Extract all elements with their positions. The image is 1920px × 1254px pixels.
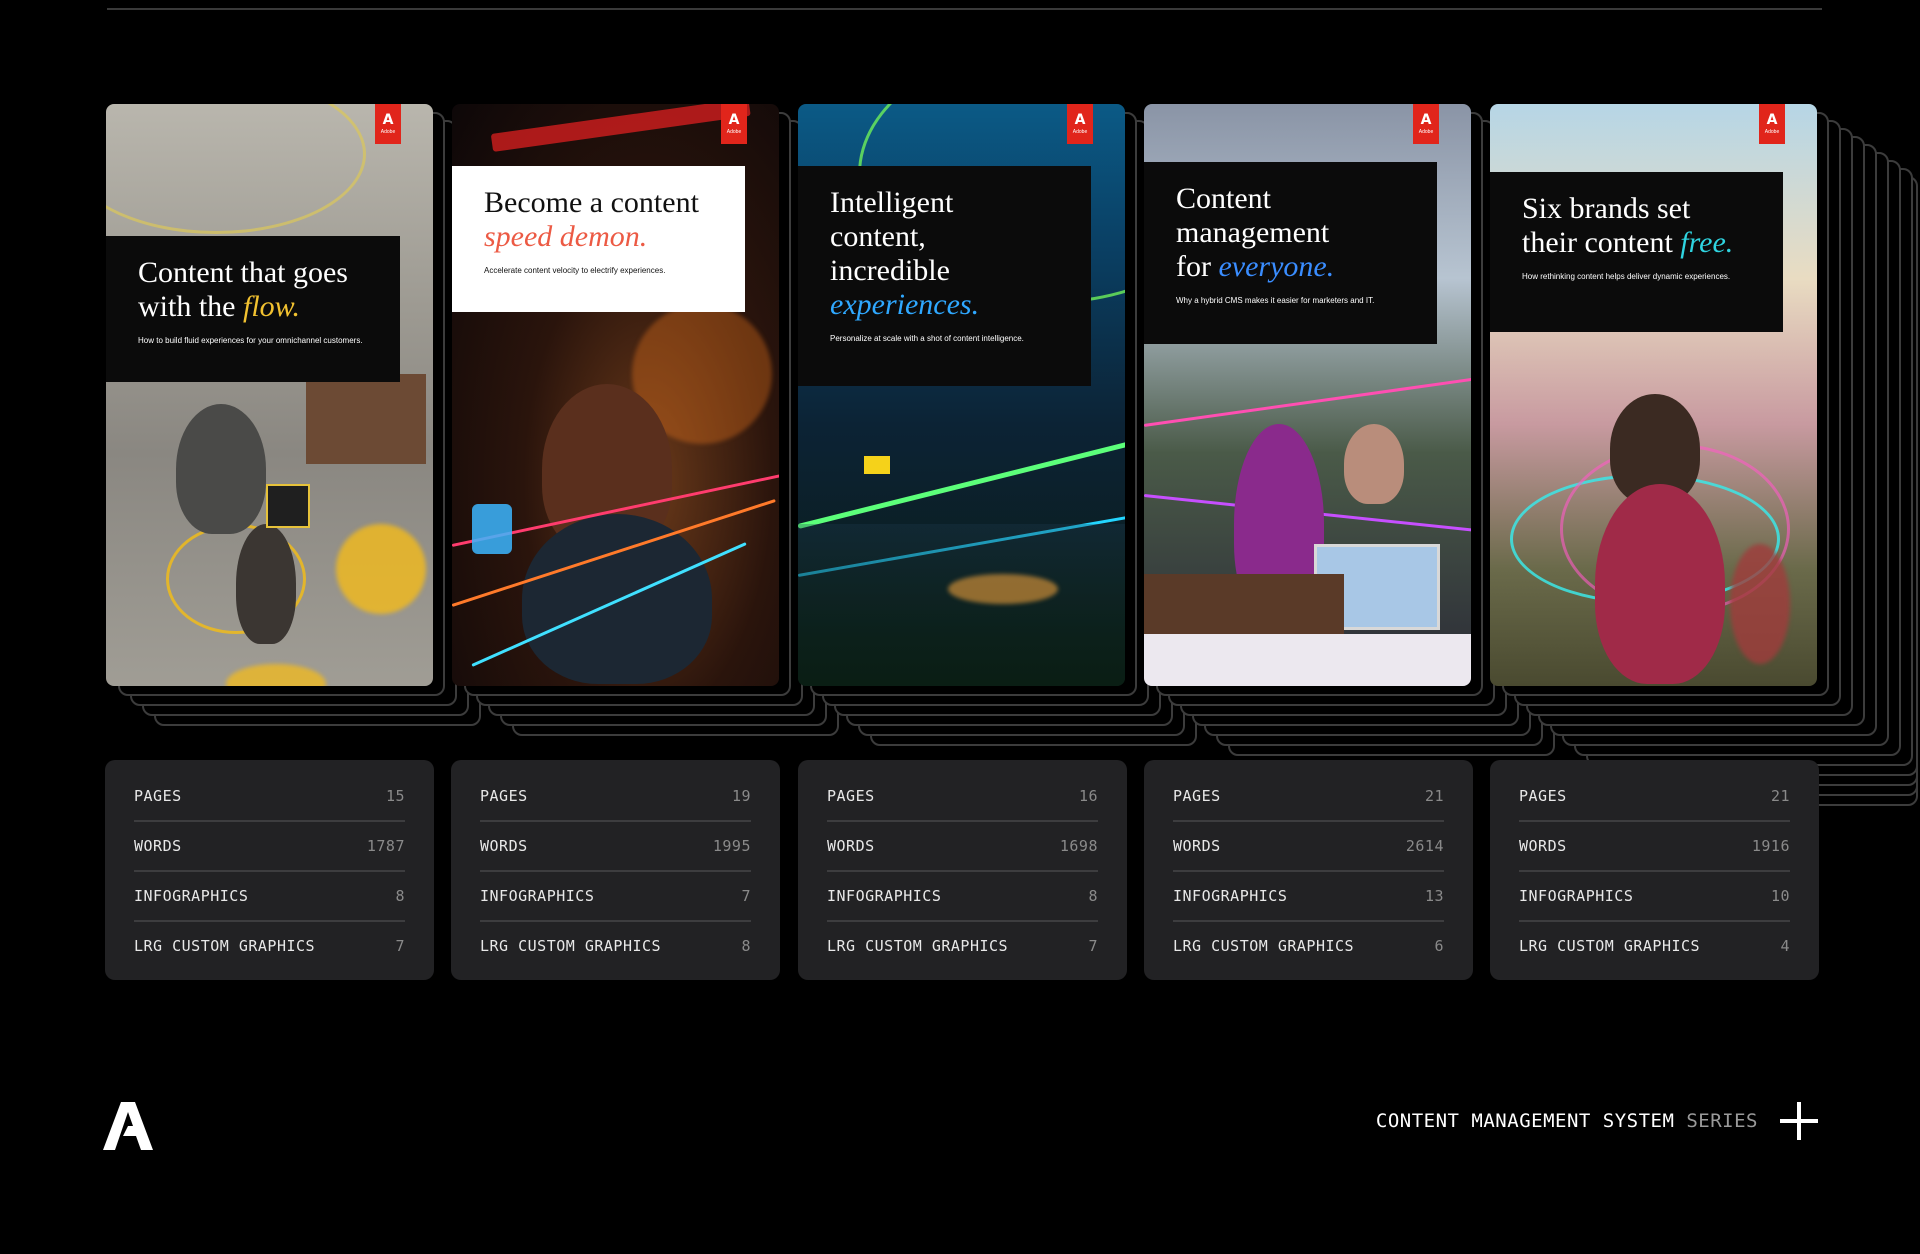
stat-row-infographics: INFOGRAPHICS 8 xyxy=(134,872,405,922)
cover-title: Become a content xyxy=(484,186,699,219)
stats-panel-4: PAGES 21 WORDS 2614 INFOGRAPHICS 13 LRG CUS… xyxy=(1144,760,1473,980)
stat-row-infographics: INFOGRAPHICS 8 xyxy=(827,872,1098,922)
stat-row-words: WORDS 1698 xyxy=(827,822,1098,872)
cover-subtitle: Why a hybrid CMS makes it easier for mar… xyxy=(1176,296,1375,305)
adobe-tab-icon: A Adobe xyxy=(1759,104,1785,144)
stat-row-words: WORDS 2614 xyxy=(1173,822,1444,872)
stat-row-pages: PAGES 15 xyxy=(134,772,405,822)
cover-card-5[interactable]: Six brands set their content free. How r… xyxy=(1490,104,1817,686)
plus-icon[interactable] xyxy=(1780,1102,1818,1140)
cover-title: Intelligent content, incredible xyxy=(830,186,954,287)
stat-row-lrg-graphics: LRG CUSTOM GRAPHICS 4 xyxy=(1519,937,1790,955)
cover-title-emphasis: flow. xyxy=(243,290,300,323)
adobe-tab-icon: A Adobe xyxy=(1413,104,1439,144)
cover-card-1[interactable]: Content that goes with the flow. How to … xyxy=(106,104,433,686)
stat-row-words: WORDS 1916 xyxy=(1519,822,1790,872)
stat-row-pages: PAGES 19 xyxy=(480,772,751,822)
cover-card-4[interactable]: Content management for everyone. Why a h… xyxy=(1144,104,1471,686)
stats-panel-2: PAGES 19 WORDS 1995 INFOGRAPHICS 7 LRG CUST… xyxy=(451,760,780,980)
stats-panel-3: PAGES 16 WORDS 1698 INFOGRAPHICS 8 LRG CUST… xyxy=(798,760,1127,980)
stat-row-lrg-graphics: LRG CUSTOM GRAPHICS 7 xyxy=(134,937,405,955)
stat-row-pages: PAGES 21 xyxy=(1173,772,1444,822)
top-divider xyxy=(107,8,1822,10)
series-suffix: SERIES xyxy=(1686,1110,1758,1132)
stat-row-pages: PAGES 21 xyxy=(1519,772,1790,822)
cover-subtitle: How to build fluid experiences for your … xyxy=(138,336,363,345)
stats-panel-5: PAGES 21 WORDS 1916 INFOGRAPHICS 10 LRG CUS… xyxy=(1490,760,1819,980)
cover-title-emphasis: experiences. xyxy=(830,288,980,321)
adobe-tab-icon: A Adobe xyxy=(375,104,401,144)
cover-card-3[interactable]: Intelligent content, incredible experien… xyxy=(798,104,1125,686)
adobe-tab-icon: A Adobe xyxy=(1067,104,1093,144)
stat-row-infographics: INFOGRAPHICS 13 xyxy=(1173,872,1444,922)
stats-panel-1: PAGES 15 WORDS 1787 INFOGRAPHICS 8 LRG CUST… xyxy=(105,760,434,980)
cover-title-box: Six brands set their content free. How r… xyxy=(1490,172,1783,332)
stat-row-lrg-graphics: LRG CUSTOM GRAPHICS 7 xyxy=(827,937,1098,955)
adobe-tab-icon: A Adobe xyxy=(721,104,747,144)
cover-subtitle: How rethinking content helps deliver dyn… xyxy=(1522,272,1731,281)
stat-row-lrg-graphics: LRG CUSTOM GRAPHICS 8 xyxy=(480,937,751,955)
cover-title-box: Content management for everyone. Why a h… xyxy=(1144,162,1437,344)
stat-row-words: WORDS 1995 xyxy=(480,822,751,872)
series-label: CONTENT MANAGEMENT SYSTEM SERIES xyxy=(1376,1110,1758,1132)
stat-row-pages: PAGES 16 xyxy=(827,772,1098,822)
stat-row-lrg-graphics: LRG CUSTOM GRAPHICS 6 xyxy=(1173,937,1444,955)
cover-title-emphasis: free. xyxy=(1680,226,1734,259)
cover-title-emphasis: everyone. xyxy=(1218,250,1335,283)
adobe-logo-icon xyxy=(103,1102,153,1150)
cover-title: Six brands set their content xyxy=(1522,192,1691,259)
cover-subtitle: Accelerate content velocity to electrify… xyxy=(484,266,666,275)
cover-title-box: Content that goes with the flow. How to … xyxy=(106,236,400,382)
cover-title-emphasis: speed demon. xyxy=(484,220,648,253)
cover-title-box: Intelligent content, incredible experien… xyxy=(798,166,1091,386)
series-title: CONTENT MANAGEMENT SYSTEM xyxy=(1375,1110,1675,1132)
cover-card-2[interactable]: Become a content speed demon. Accelerate… xyxy=(452,104,779,686)
cover-title-box: Become a content speed demon. Accelerate… xyxy=(452,166,745,312)
stat-row-infographics: INFOGRAPHICS 7 xyxy=(480,872,751,922)
stat-row-infographics: INFOGRAPHICS 10 xyxy=(1519,872,1790,922)
cover-subtitle: Personalize at scale with a shot of cont… xyxy=(830,334,1024,343)
stat-row-words: WORDS 1787 xyxy=(134,822,405,872)
